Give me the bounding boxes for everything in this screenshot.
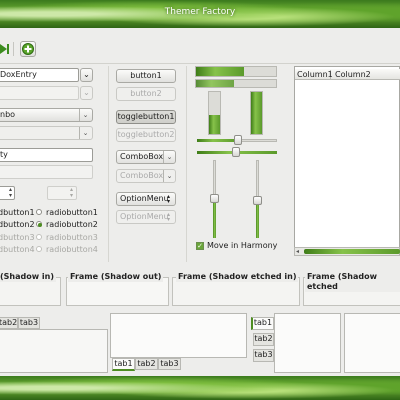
combo-entry[interactable]: DoxEntry <box>0 68 79 82</box>
vscale-2-handle[interactable] <box>253 196 262 205</box>
radio-label-1: radiobutton1 <box>46 208 98 217</box>
frame-shadow-out-label: Frame (Shadow out) <box>68 272 164 282</box>
combobox-button-1-label: ComboBox <box>120 152 164 161</box>
combo-entry-text: DoxEntry <box>0 70 37 79</box>
progress-bar-horizontal <box>195 66 277 77</box>
desktop-background-strip <box>0 376 400 400</box>
toolbar <box>0 38 400 62</box>
tree-column-2-header[interactable]: Column2 <box>335 70 371 80</box>
left-radio-label-1: dbutton1 <box>0 208 35 217</box>
toolbar-separator <box>13 42 14 56</box>
progress-bar-vertical-right-fill <box>251 92 262 134</box>
combo-box[interactable]: nbo ⌄ <box>0 108 93 122</box>
combo-entry-dropdown[interactable]: ⌄ <box>80 68 93 82</box>
tree-hscrollbar-thumb[interactable] <box>304 249 400 254</box>
nb3-tab-1[interactable]: tab1 <box>251 317 274 330</box>
option-menu-2-label: OptionMenu <box>120 212 169 221</box>
radio-label-3: radiobutton3 <box>46 233 98 242</box>
combo-box-disabled: ⌄ <box>0 126 93 140</box>
tree-column-1-header[interactable]: Column1 <box>297 70 333 80</box>
frame-shadow-etched-in-label: Frame (Shadow etched in) <box>176 272 299 282</box>
left-radio-label-4: dbutton4 <box>0 245 35 254</box>
progress-bar-vertical-left <box>208 91 221 135</box>
updown-arrows-icon: ▴ ▾ <box>167 211 171 223</box>
notebook-2-page <box>110 313 247 358</box>
button-2: button2 <box>116 87 176 101</box>
tree-hscrollbar[interactable]: ◂ <box>294 247 400 256</box>
combo-entry-disabled-dropdown: ⌄ <box>80 86 93 100</box>
text-entry-value: ty <box>0 150 8 159</box>
hscale-1-handle[interactable] <box>234 135 242 145</box>
hscale-1-fill <box>197 139 237 142</box>
vscale-1-handle[interactable] <box>210 194 219 203</box>
chevron-down-icon: ⌄ <box>163 151 175 163</box>
nb1-tab-3[interactable]: tab3 <box>18 317 40 329</box>
radio-2[interactable] <box>36 221 42 227</box>
column-separator <box>108 66 109 262</box>
tree-view[interactable]: Column1 Column2 <box>294 66 400 256</box>
radio-4 <box>36 246 42 252</box>
progress-bar-horizontal-2 <box>195 79 277 88</box>
window-title: Themer Factory <box>164 7 236 17</box>
notebook-4-page <box>344 313 400 373</box>
combo-entry-disabled <box>0 86 79 100</box>
move-in-harmony-checkbox[interactable]: ✓ <box>196 242 204 250</box>
vscale-1-fill <box>213 199 216 238</box>
hscale-2-handle[interactable] <box>232 147 240 157</box>
combo-box-value: nbo <box>0 110 16 119</box>
radio-label-2: radiobutton2 <box>46 220 98 229</box>
chevron-down-icon: ⌄ <box>79 127 91 139</box>
text-entry[interactable]: ty <box>0 148 93 162</box>
progress-bar-horizontal-fill <box>196 67 244 76</box>
text-entry-disabled <box>0 165 93 179</box>
chevron-down-icon: ⌄ <box>79 109 91 121</box>
tree-header: Column1 Column2 <box>295 69 400 80</box>
nb2-tab-3[interactable]: tab3 <box>158 358 181 370</box>
nb2-tab-1[interactable]: tab1 <box>112 358 135 371</box>
column-separator-2 <box>186 66 187 262</box>
nb1-tab-2[interactable]: tab2 <box>0 317 18 329</box>
option-menu-1[interactable]: OptionMenu ▴ ▾ <box>116 192 176 206</box>
radio-1[interactable] <box>36 209 42 215</box>
progress-bar-vertical-right <box>250 91 263 135</box>
spin-arrows-icon[interactable]: ▴ ▾ <box>9 187 15 199</box>
option-menu-2: OptionMenu ▴ ▾ <box>116 210 176 224</box>
radio-3 <box>36 234 42 240</box>
move-in-harmony-label: Move in Harmony <box>207 241 278 250</box>
combobox-button-1[interactable]: ComboBox ⌄ <box>116 150 176 164</box>
spin-arrows-disabled-icon: ▴ ▾ <box>70 186 74 199</box>
progress-bar-horizontal-2-fill <box>196 80 235 87</box>
notebook-3-page <box>274 313 341 373</box>
left-radio-label-2: dbutton2 <box>0 220 35 229</box>
scroll-left-arrow-icon[interactable]: ◂ <box>296 248 299 255</box>
chevron-down-icon: ⌄ <box>163 170 175 182</box>
radio-label-4: radiobutton4 <box>46 245 98 254</box>
button-1[interactable]: button1 <box>116 69 176 83</box>
media-next-icon[interactable] <box>0 43 10 55</box>
nb3-tab-3[interactable]: tab3 <box>253 349 274 362</box>
left-radio-label-3: dbutton3 <box>0 233 35 242</box>
option-menu-1-label: OptionMenu <box>120 194 169 203</box>
nb2-tab-2[interactable]: tab2 <box>135 358 158 370</box>
toolbar-bottom-line <box>0 63 400 64</box>
notebook-1-page <box>0 329 108 373</box>
toggle-button-2: togglebutton2 <box>116 128 176 142</box>
progress-bar-vertical-left-fill <box>209 115 220 134</box>
frame-shadow-etched-out-label: Frame (Shadow etched <box>305 272 400 292</box>
toggle-button-1[interactable]: togglebutton1 <box>116 110 176 124</box>
combobox-button-2: ComboBox ⌄ <box>116 169 176 183</box>
add-icon <box>22 43 34 55</box>
updown-arrows-icon: ▴ ▾ <box>167 193 171 205</box>
nb3-tab-2[interactable]: tab2 <box>253 333 274 346</box>
combobox-button-2-label: ComboBox <box>120 171 164 180</box>
vscale-2-fill <box>256 200 259 238</box>
frame-shadow-in-label: (Shadow in) <box>0 272 57 282</box>
add-button[interactable] <box>20 41 36 57</box>
